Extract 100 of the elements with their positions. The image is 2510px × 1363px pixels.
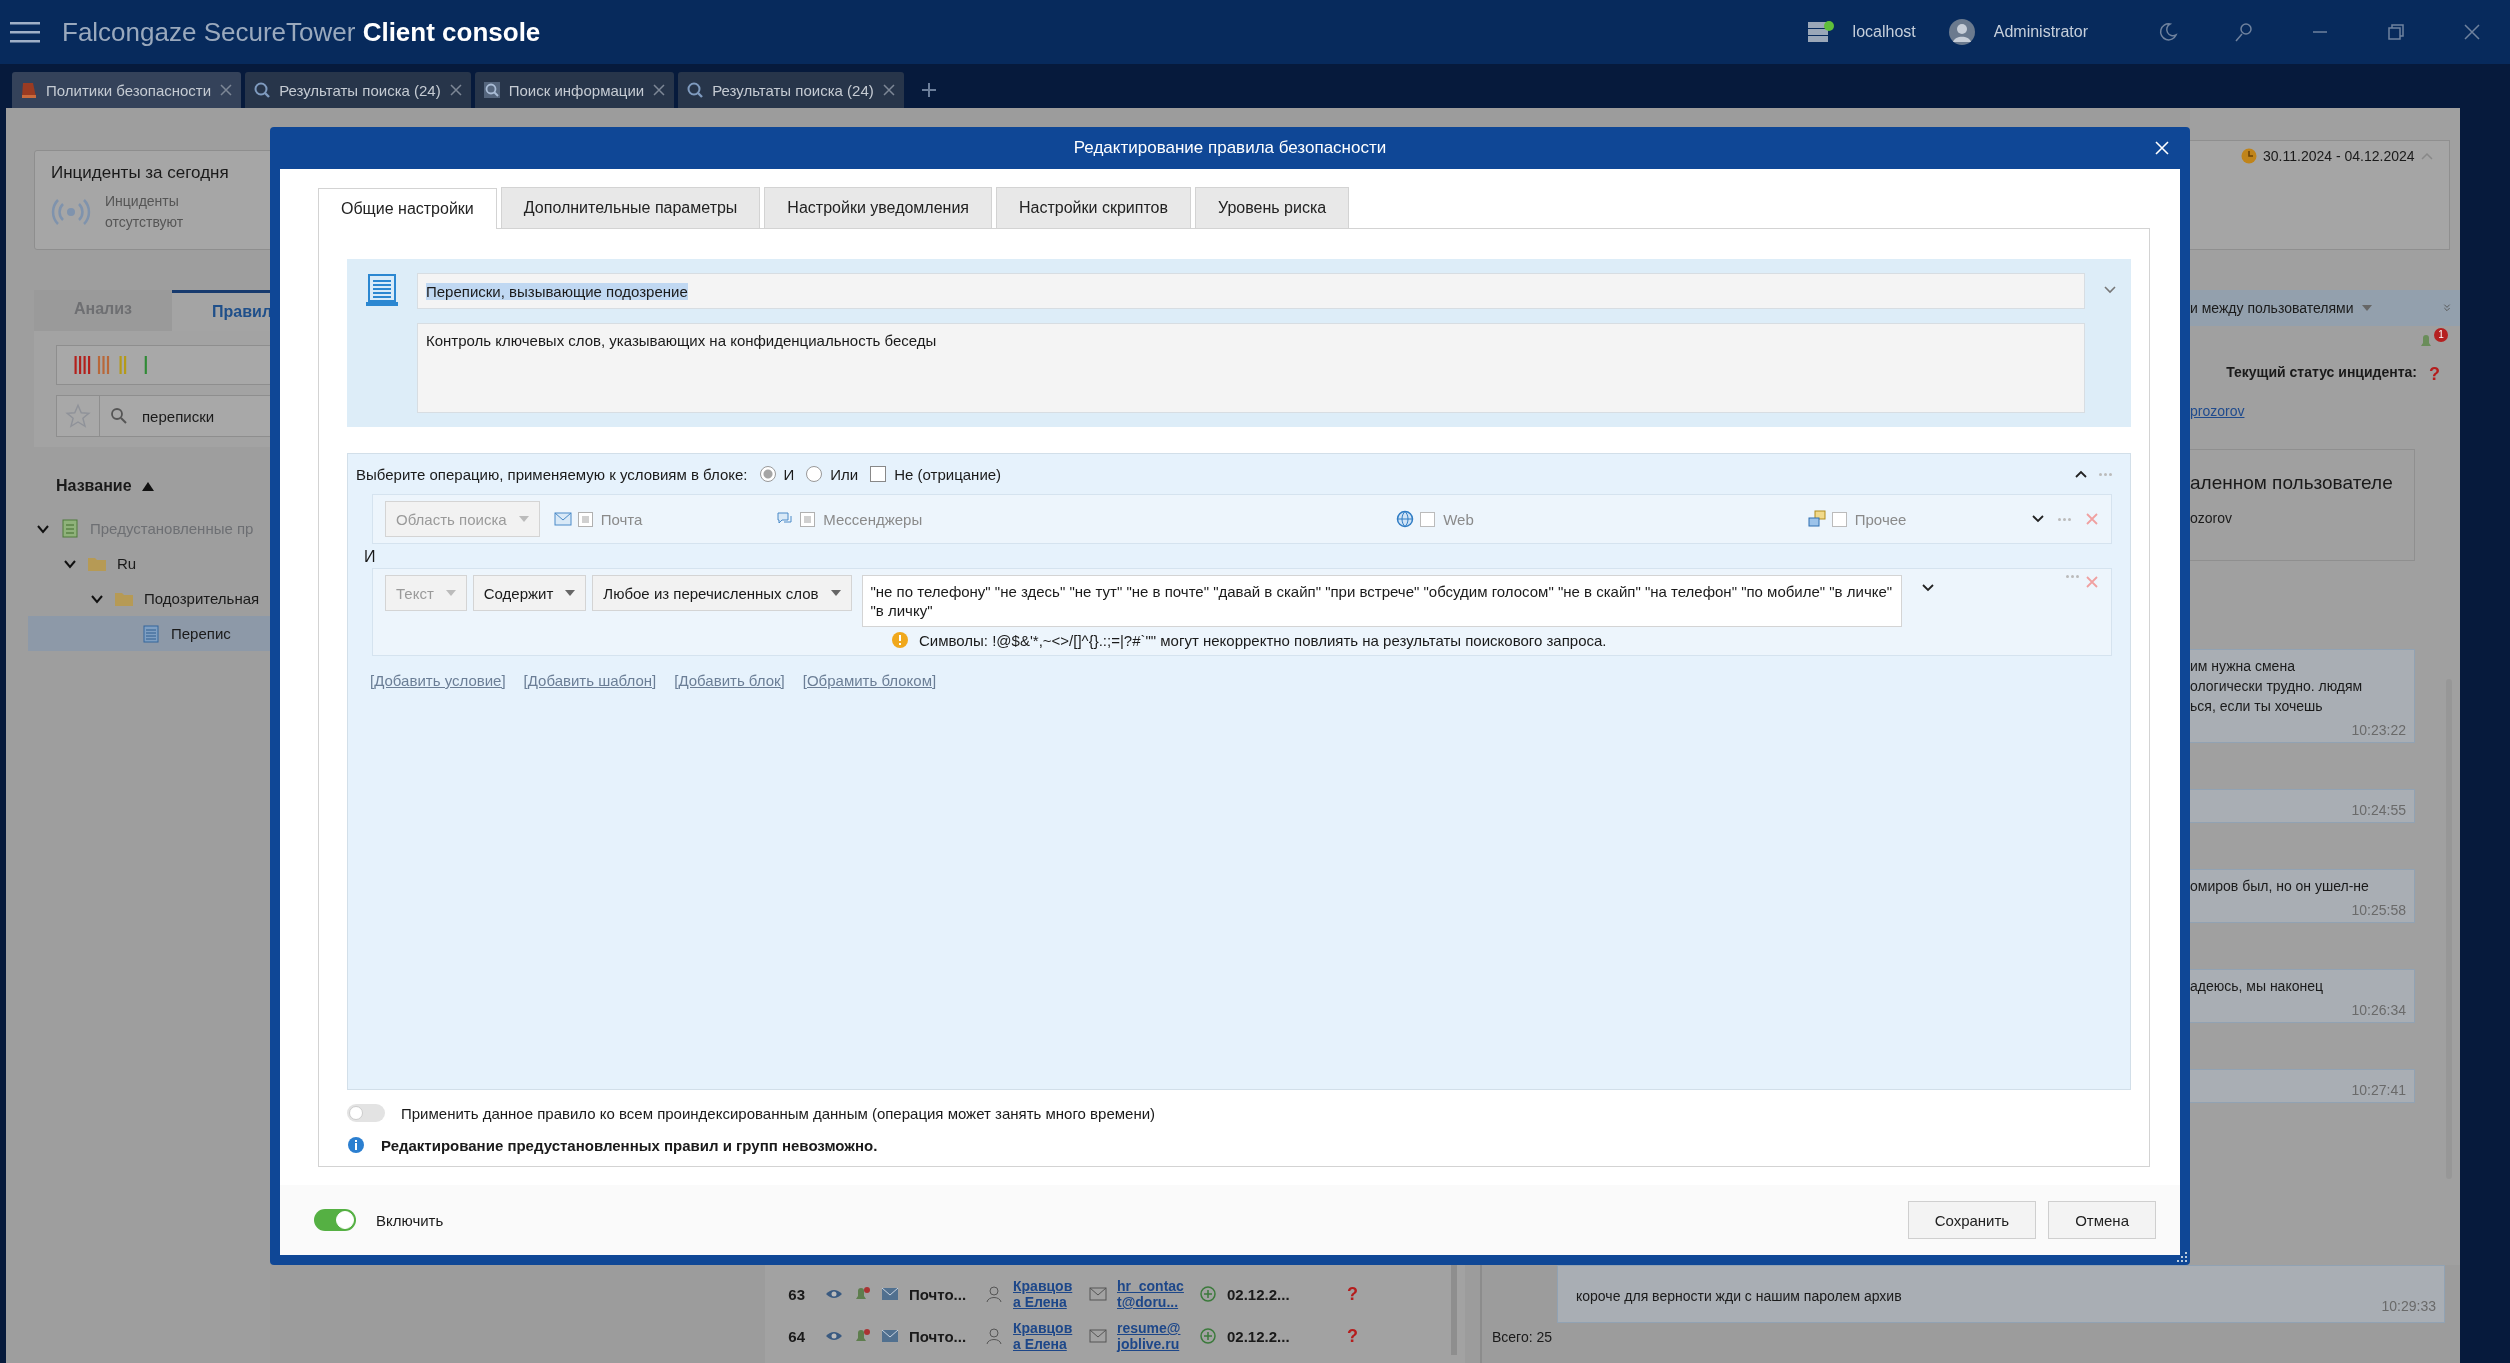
warning-icon (891, 631, 909, 649)
settings-tab[interactable]: Общие настройки (318, 188, 497, 229)
status-unknown-mark: ? (2429, 364, 2440, 385)
toggle-switch[interactable] (314, 1209, 356, 1231)
scrollbar[interactable] (1451, 1265, 1457, 1355)
toggle-label: Применить данное правило ко всем проиндексированным данным (операция может занять много времени) (401, 1104, 1156, 1122)
moon-icon[interactable] (2158, 22, 2178, 42)
row-number: 63 (787, 1285, 805, 1303)
document-tab[interactable]: Поиск информации (474, 72, 675, 108)
user-link[interactable]: prozorov (2190, 403, 2245, 419)
message-text: омиров был, но он ушел-не (2190, 877, 2370, 896)
table-cell-text: Почто... (909, 1327, 968, 1345)
settings-tab[interactable]: Уровень риска (1195, 187, 1350, 228)
radio-button[interactable]: Или (806, 465, 859, 483)
sort-ascending-icon[interactable] (141, 481, 154, 491)
document-icon (365, 273, 399, 307)
rule-name-field[interactable]: Переписки, вызывающие подозрение (417, 273, 2085, 309)
person-icon (985, 1327, 1003, 1345)
user-avatar-icon (1947, 18, 1976, 46)
filter-bar[interactable]: и между пользователями (2190, 290, 2460, 326)
contact-link[interactable]: resume@ joblive.ru (1117, 1320, 1189, 1352)
restore-icon[interactable] (2386, 22, 2406, 42)
windows-icon (1807, 510, 1826, 528)
settings-tab[interactable]: Настройки уведомления (764, 187, 993, 228)
menu-icon[interactable] (10, 21, 40, 43)
dropdown-arrow-icon (830, 589, 841, 597)
info-icon (347, 1136, 365, 1154)
message-text: короче для верности жди с нашим паролем архив (1576, 1287, 1902, 1306)
contact-link[interactable]: hr_contac t@doru... (1117, 1278, 1189, 1310)
clock-icon (2240, 147, 2258, 165)
tree-item[interactable]: Перепис (28, 616, 270, 651)
user-login: ozorov (2190, 510, 2234, 526)
close-icon[interactable] (448, 83, 463, 97)
alert-count-badge: 1 (2434, 328, 2448, 342)
column-header[interactable]: Название (56, 477, 132, 495)
incidents-status: Инциденты отсутствуют (105, 192, 185, 232)
message-time: 10:24:55 (2350, 802, 2406, 818)
dropdown-arrow-icon (565, 589, 576, 597)
settings-tab[interactable]: Настройки скриптов (996, 187, 1191, 228)
info-text: Редактирование предустановленных правил и групп невозможно. (381, 1136, 878, 1154)
dropdown-arrow-icon (445, 589, 456, 597)
delete-icon[interactable] (2085, 575, 2099, 589)
radio-button[interactable]: И (759, 465, 795, 483)
message-text: им нужна смена (2190, 657, 2296, 676)
settings-tab[interactable]: Дополнительные параметры (500, 187, 761, 228)
operation-label: Выберите операцию, применяемую к условиям в блоке: (356, 465, 748, 483)
search-icon (253, 81, 272, 99)
search-icon (686, 81, 705, 99)
envelope-icon (1089, 1327, 1107, 1345)
rule-description-field[interactable]: Контроль ключевых слов, указывающих на конфиденциальность беседы (417, 323, 2085, 413)
table-cell-text: Почто... (909, 1285, 968, 1303)
user-link[interactable]: Кравцов а Елена (1013, 1320, 1079, 1352)
keywords-field[interactable]: "не по телефону" "не здесь" "не тут" "не в почте" "давай в скайп" "при встрече" "обсудим голосом" "не в скайп" "на телефон" "по мобиле" "в личке" "в личку" (861, 575, 1902, 627)
tree-item[interactable]: Подозрительная (28, 581, 270, 616)
risk-filter[interactable] (56, 345, 270, 385)
document-tab[interactable]: Политики безопасности (12, 72, 242, 108)
person-icon (985, 1285, 1003, 1303)
chevron-down-icon[interactable] (1921, 583, 1934, 593)
document-tab[interactable]: Результаты поиска (24) (678, 72, 904, 108)
action-link[interactable]: [Добавить шаблон] (523, 672, 657, 689)
toggle-switch[interactable] (347, 1104, 385, 1122)
mail-icon (881, 1285, 899, 1303)
checkbox[interactable]: Не (отрицание) (870, 465, 1002, 483)
search-icon (110, 407, 128, 425)
message-time: 10:27:41 (2350, 1082, 2406, 1098)
save-button[interactable]: Сохранить (1907, 1201, 2037, 1239)
close-icon[interactable] (2462, 22, 2482, 42)
search-document-icon (482, 81, 501, 99)
add-tab-icon[interactable] (919, 81, 938, 99)
document-tab[interactable]: Результаты поиска (24) (245, 72, 471, 108)
delete-icon[interactable] (2085, 512, 2099, 526)
mail-icon (553, 510, 572, 528)
close-icon[interactable] (652, 83, 667, 97)
dialog-title: Редактирование правила безопасности (1073, 138, 1387, 158)
action-link[interactable]: [Обрамить блоком] (802, 672, 937, 689)
action-link[interactable]: [Добавить блок] (674, 672, 785, 689)
resize-grip-icon[interactable] (2176, 1251, 2188, 1263)
operator-dropdown[interactable]: Содержит (472, 575, 587, 611)
tree-item[interactable]: Ru (28, 546, 270, 581)
collapse-icon[interactable] (2075, 469, 2087, 479)
table-cell-text: 02.12.2... (1227, 1285, 1291, 1303)
expand-icon[interactable] (2442, 304, 2452, 312)
table-cell-text: 02.12.2... (1227, 1327, 1291, 1345)
policy-icon (20, 81, 38, 99)
chevron-down-icon[interactable] (2032, 514, 2044, 524)
close-icon[interactable] (881, 83, 896, 97)
message-time: 10:25:58 (2350, 902, 2406, 918)
star-icon[interactable] (65, 403, 91, 429)
date-range[interactable]: 30.11.2024 - 04.12.2024 (2263, 148, 2415, 164)
cancel-button[interactable]: Отмена (2048, 1201, 2156, 1239)
action-link[interactable]: [Добавить условие] (370, 672, 506, 689)
server-name: localhost (1852, 23, 1916, 41)
status-unknown-mark: ? (1347, 1283, 1358, 1305)
message-text: ологически трудно. людям (2190, 677, 2364, 696)
envelope-icon (1089, 1285, 1107, 1303)
user-name: Administrator (1993, 23, 2088, 41)
dropdown-arrow-icon (518, 515, 529, 523)
app-title: Falcongaze SecureTower Client console (62, 16, 541, 48)
user-link[interactable]: Кравцов а Елена (1013, 1278, 1079, 1310)
mode-dropdown[interactable]: Любое из перечисленных слов (592, 575, 852, 611)
